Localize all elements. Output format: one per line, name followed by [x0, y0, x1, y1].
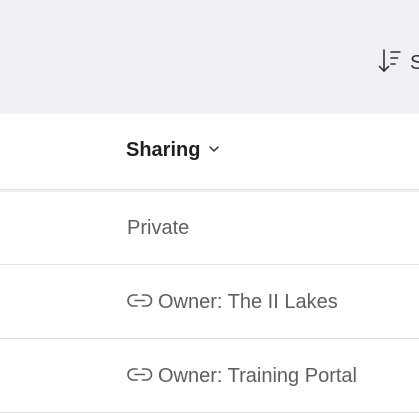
sharing-cell-text: Private	[127, 216, 190, 239]
link-icon	[127, 293, 153, 309]
link-icon	[127, 367, 153, 383]
sharing-cell-text: Owner: The II Lakes	[158, 290, 338, 313]
column-header-label: Sharing	[126, 139, 201, 161]
sort-descending-icon	[378, 48, 402, 79]
table-header-row: Sharing	[0, 114, 419, 190]
sharing-cell: Private	[127, 191, 189, 265]
table-row[interactable]: Private	[0, 191, 419, 265]
column-header-sharing[interactable]: Sharing	[126, 139, 220, 162]
sharing-cell-text: Owner: Training Portal	[158, 364, 357, 387]
command-bar: S	[0, 0, 419, 114]
chevron-down-icon	[208, 142, 220, 160]
table-row[interactable]: Owner: Training Portal	[0, 339, 419, 413]
sort-button-label: S	[410, 51, 419, 74]
sort-button[interactable]: S	[378, 48, 419, 79]
sharing-cell: Owner: Training Portal	[127, 339, 357, 413]
table-row[interactable]: Owner: The II Lakes	[0, 265, 419, 339]
sharing-cell: Owner: The II Lakes	[127, 265, 338, 339]
